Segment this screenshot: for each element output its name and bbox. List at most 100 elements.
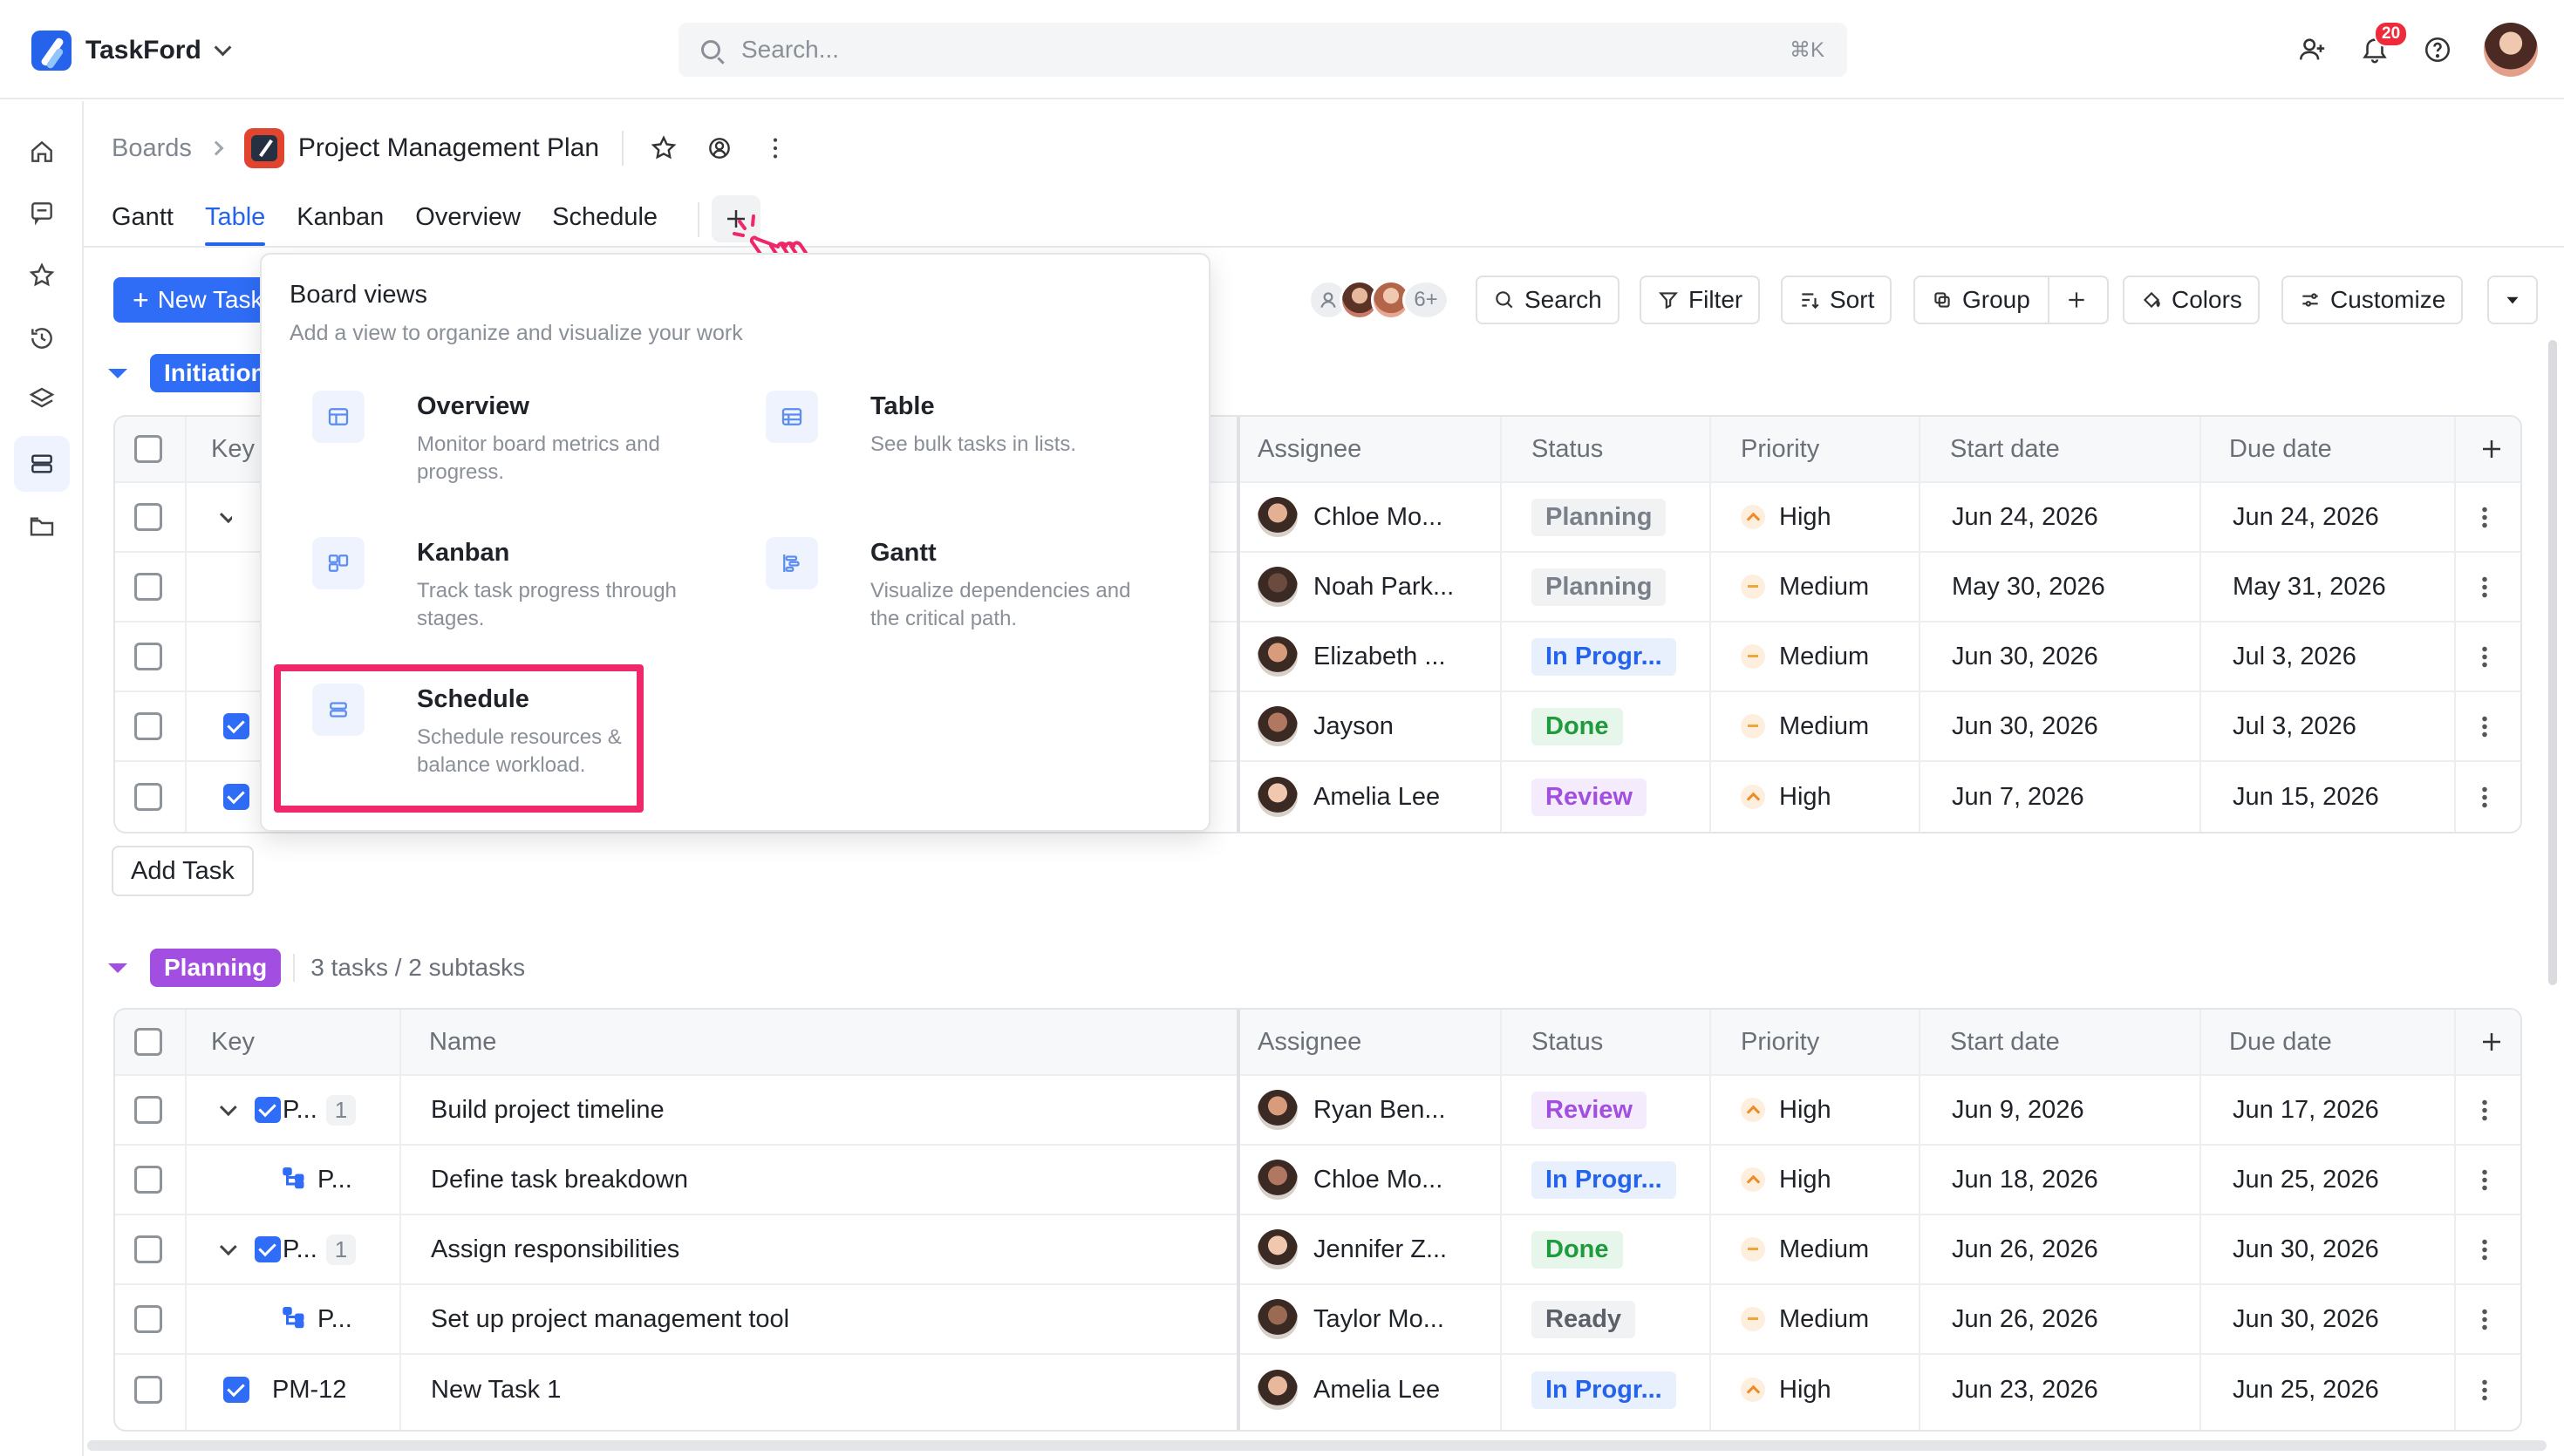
- tab-table[interactable]: Table: [204, 197, 266, 246]
- column-status[interactable]: Status: [1531, 1010, 1603, 1074]
- status-cell[interactable]: In Progr...: [1531, 1146, 1676, 1214]
- horizontal-scrollbar[interactable]: [87, 1440, 2547, 1451]
- due-date-cell[interactable]: Jun 25, 2026: [2233, 1355, 2379, 1425]
- due-date-cell[interactable]: Jun 15, 2026: [2233, 762, 2379, 832]
- column-name[interactable]: Name: [429, 1010, 496, 1074]
- column-key[interactable]: Key: [211, 417, 255, 481]
- group-header-initiation[interactable]: Initiation: [108, 352, 280, 394]
- global-search[interactable]: ⌘K: [679, 23, 1847, 77]
- board-members[interactable]: 6+: [1308, 279, 1449, 321]
- priority-cell[interactable]: Medium: [1741, 692, 1869, 760]
- search-input[interactable]: [741, 36, 1790, 64]
- key-cell[interactable]: P... 1: [220, 1215, 357, 1283]
- user-avatar[interactable]: [2484, 23, 2538, 77]
- assignee-cell[interactable]: Chloe Mo...: [1258, 1146, 1442, 1214]
- assignee-cell[interactable]: Jennifer Z...: [1258, 1215, 1447, 1283]
- status-cell[interactable]: In Progr...: [1531, 623, 1676, 691]
- priority-cell[interactable]: Medium: [1741, 1285, 1869, 1353]
- filter-button[interactable]: Filter: [1640, 276, 1761, 324]
- assignee-cell[interactable]: Elizabeth ...: [1258, 623, 1446, 691]
- sidebar-item-files[interactable]: [14, 499, 70, 555]
- status-cell[interactable]: Ready: [1531, 1285, 1636, 1353]
- start-date-cell[interactable]: Jun 7, 2026: [1952, 762, 2084, 832]
- add-task-button[interactable]: Add Task: [112, 846, 254, 896]
- task-name[interactable]: New Task 1: [431, 1355, 561, 1425]
- select-all-checkbox[interactable]: [134, 417, 162, 481]
- row-menu-button[interactable]: [2482, 1355, 2487, 1425]
- status-cell[interactable]: Done: [1531, 692, 1623, 760]
- help-button[interactable]: [2417, 30, 2458, 70]
- sidebar-item-home[interactable]: [14, 124, 70, 180]
- row-menu-button[interactable]: [2482, 1215, 2487, 1283]
- assignee-cell[interactable]: Ryan Ben...: [1258, 1076, 1446, 1144]
- invite-user-button[interactable]: [2292, 30, 2332, 70]
- row-checkbox[interactable]: [134, 1285, 162, 1353]
- view-option-kanban[interactable]: Kanban Track task progress through stage…: [288, 520, 677, 650]
- assignee-cell[interactable]: Jayson: [1258, 692, 1394, 760]
- row-menu-button[interactable]: [2482, 762, 2487, 832]
- new-task-button[interactable]: + New Task: [113, 277, 270, 323]
- start-date-cell[interactable]: Jun 30, 2026: [1952, 623, 2098, 691]
- table-row[interactable]: PM-12 New Task 1 Amelia Lee In Progr... High…: [115, 1355, 2520, 1425]
- status-cell[interactable]: In Progr...: [1531, 1355, 1676, 1425]
- row-checkbox[interactable]: [134, 1076, 162, 1144]
- group-header-planning[interactable]: Planning 3 tasks / 2 subtasks: [108, 947, 525, 989]
- select-all-checkbox[interactable]: [134, 1010, 162, 1074]
- row-menu-button[interactable]: [2482, 1285, 2487, 1353]
- status-cell[interactable]: Planning: [1531, 483, 1667, 551]
- priority-cell[interactable]: High: [1741, 483, 1831, 551]
- key-cell[interactable]: P...: [281, 1285, 352, 1353]
- sidebar-item-layers[interactable]: [14, 371, 70, 427]
- key-cell[interactable]: PM-12: [223, 1355, 346, 1425]
- key-cell[interactable]: P...: [281, 1146, 352, 1214]
- due-date-cell[interactable]: Jul 3, 2026: [2233, 623, 2356, 691]
- table-row[interactable]: P... 1 Assign responsibilities Jennifer Z..…: [115, 1215, 2520, 1285]
- column-assignee[interactable]: Assignee: [1258, 1010, 1361, 1074]
- row-menu-button[interactable]: [2482, 623, 2487, 691]
- row-checkbox[interactable]: [134, 1146, 162, 1214]
- due-date-cell[interactable]: Jun 30, 2026: [2233, 1285, 2379, 1353]
- task-name[interactable]: Set up project management tool: [431, 1285, 789, 1353]
- priority-cell[interactable]: High: [1741, 1076, 1831, 1144]
- start-date-cell[interactable]: May 30, 2026: [1952, 553, 2105, 621]
- search-button[interactable]: Search: [1476, 276, 1620, 324]
- row-checkbox[interactable]: [134, 553, 162, 621]
- tab-overview[interactable]: Overview: [415, 197, 521, 246]
- board-members-button[interactable]: [702, 131, 737, 166]
- status-cell[interactable]: Review: [1531, 1076, 1647, 1144]
- chevron-down-icon[interactable]: [220, 1099, 237, 1117]
- sidebar-item-boards[interactable]: [14, 436, 70, 492]
- status-cell[interactable]: Planning: [1531, 553, 1667, 621]
- status-cell[interactable]: Review: [1531, 762, 1647, 832]
- collapse-triangle-icon[interactable]: [108, 368, 127, 378]
- row-menu-button[interactable]: [2482, 1076, 2487, 1144]
- start-date-cell[interactable]: Jun 30, 2026: [1952, 692, 2098, 760]
- breadcrumb-boards-link[interactable]: Boards: [112, 134, 192, 163]
- start-date-cell[interactable]: Jun 26, 2026: [1952, 1285, 2098, 1353]
- priority-cell[interactable]: Medium: [1741, 1215, 1869, 1283]
- start-date-cell[interactable]: Jun 26, 2026: [1952, 1215, 2098, 1283]
- sidebar-item-messages[interactable]: [14, 185, 70, 241]
- row-menu-button[interactable]: [2482, 692, 2487, 760]
- column-key[interactable]: Key: [211, 1010, 255, 1074]
- start-date-cell[interactable]: Jun 24, 2026: [1952, 483, 2098, 551]
- column-due-date[interactable]: Due date: [2229, 417, 2332, 481]
- start-date-cell[interactable]: Jun 18, 2026: [1952, 1146, 2098, 1214]
- table-row[interactable]: P... 1 Build project timeline Ryan Ben... Re…: [115, 1076, 2520, 1146]
- column-start-date[interactable]: Start date: [1950, 417, 2060, 481]
- collapse-triangle-icon[interactable]: [108, 963, 127, 973]
- more-dropdown-button[interactable]: [2487, 276, 2538, 324]
- start-date-cell[interactable]: Jun 9, 2026: [1952, 1076, 2084, 1144]
- task-name[interactable]: Define task breakdown: [431, 1146, 688, 1214]
- row-checkbox[interactable]: [134, 692, 162, 760]
- table-row[interactable]: P... Define task breakdown Chloe Mo... In P…: [115, 1146, 2520, 1215]
- due-date-cell[interactable]: Jun 24, 2026: [2233, 483, 2379, 551]
- row-menu-button[interactable]: [2482, 483, 2487, 551]
- status-cell[interactable]: Done: [1531, 1215, 1623, 1283]
- row-menu-button[interactable]: [2482, 1146, 2487, 1214]
- assignee-cell[interactable]: Taylor Mo...: [1258, 1285, 1444, 1353]
- view-option-overview[interactable]: Overview Monitor board metrics and progr…: [288, 373, 672, 504]
- add-column-button[interactable]: [2479, 1010, 2505, 1074]
- colors-button[interactable]: Colors: [2123, 276, 2260, 324]
- assignee-cell[interactable]: Chloe Mo...: [1258, 483, 1442, 551]
